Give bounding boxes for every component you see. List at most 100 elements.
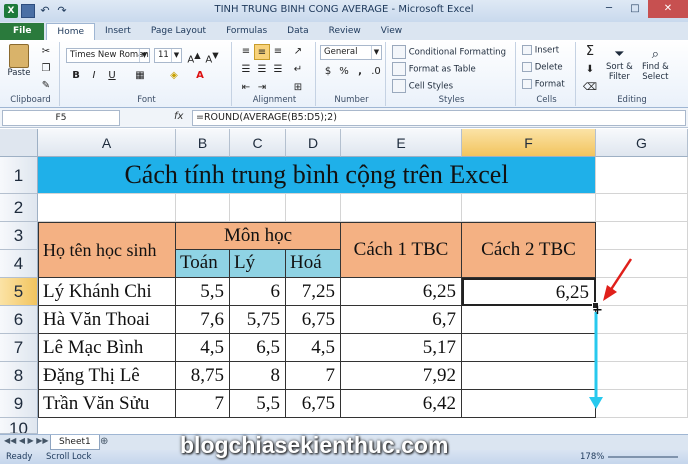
cell-toan[interactable]: 5,5 [176, 278, 230, 306]
cell-toan[interactable]: 7 [176, 390, 230, 418]
sheet-tab-sheet1[interactable]: Sheet1 [50, 435, 100, 450]
zoom-slider[interactable] [608, 456, 678, 458]
underline-button[interactable]: U [104, 68, 120, 84]
cell-cach2[interactable] [462, 306, 596, 334]
currency-button[interactable]: $ [320, 64, 336, 80]
cell-g7[interactable] [596, 334, 688, 362]
title-cell[interactable]: Cách tính trung bình cộng trên Excel [38, 157, 596, 194]
comma-button[interactable]: , [352, 64, 368, 80]
cell-g6[interactable] [596, 306, 688, 334]
row-header-1[interactable]: 1 [0, 157, 38, 194]
delete-cells-button[interactable]: Delete [522, 62, 563, 73]
cell-hoa[interactable]: 4,5 [286, 334, 341, 362]
clear-icon[interactable]: ⌫ [582, 80, 598, 96]
row-header-2[interactable]: 2 [0, 194, 38, 222]
column-header-e[interactable]: E [341, 129, 462, 157]
row-header-4[interactable]: 4 [0, 250, 38, 278]
wrap-text-icon[interactable]: ↵ [290, 62, 306, 78]
align-bottom-icon[interactable]: ≡ [270, 44, 286, 60]
cell-toan[interactable]: 7,6 [176, 306, 230, 334]
tab-file[interactable]: File [0, 23, 45, 40]
cell-c2[interactable] [230, 194, 286, 222]
cell-b2[interactable] [176, 194, 230, 222]
select-all-button[interactable] [0, 129, 38, 157]
cell-cach2[interactable] [462, 362, 596, 390]
cell-g2[interactable] [596, 194, 688, 222]
column-header-g[interactable]: G [596, 129, 688, 157]
column-header-a[interactable]: A [38, 129, 176, 157]
increase-decimal-icon[interactable]: .0 [368, 64, 384, 80]
fill-handle[interactable] [592, 302, 599, 309]
header-cach1[interactable]: Cách 1 TBC [341, 222, 462, 278]
tab-view[interactable]: View [371, 23, 412, 40]
header-cach2[interactable]: Cách 2 TBC [462, 222, 596, 278]
cell-g9[interactable] [596, 390, 688, 418]
align-top-icon[interactable]: ≡ [238, 44, 254, 60]
merge-center-icon[interactable]: ⊞ [290, 80, 306, 96]
cell-hoa[interactable]: 6,75 [286, 390, 341, 418]
cell-g5[interactable] [596, 278, 688, 306]
cell-g1[interactable] [596, 157, 688, 194]
header-name[interactable]: Họ tên học sinh [38, 222, 176, 278]
row-header-8[interactable]: 8 [0, 362, 38, 390]
cell-name[interactable]: Trần Văn Sửu [38, 390, 176, 418]
grow-font-icon[interactable]: A▲ [186, 47, 202, 65]
autosum-icon[interactable]: Σ [582, 44, 598, 60]
cell-cach2[interactable] [462, 390, 596, 418]
header-subjects[interactable]: Môn học [176, 222, 341, 250]
cell-cach1[interactable]: 6,25 [341, 278, 462, 306]
cell-d2[interactable] [286, 194, 341, 222]
header-toan[interactable]: Toán [176, 250, 230, 278]
borders-icon[interactable]: ▦ [132, 68, 148, 84]
row-header-5[interactable]: 5 [0, 278, 38, 306]
font-size-combo[interactable]: 11 ▼ [154, 48, 182, 63]
header-hoa[interactable]: Hoá [286, 250, 341, 278]
cell-styles-button[interactable]: Cell Styles [392, 79, 453, 93]
close-icon[interactable]: ✕ [648, 0, 688, 18]
tab-review[interactable]: Review [319, 23, 371, 40]
cell-ly[interactable]: 5,5 [230, 390, 286, 418]
cell-cach1[interactable]: 6,7 [341, 306, 462, 334]
row-header-7[interactable]: 7 [0, 334, 38, 362]
insert-function-icon[interactable]: fx [174, 111, 183, 122]
column-header-c[interactable]: C [230, 129, 286, 157]
cell-a2[interactable] [38, 194, 176, 222]
new-sheet-icon[interactable]: ⊕ [100, 436, 108, 447]
cell-e2[interactable] [341, 194, 462, 222]
bold-button[interactable]: B [68, 68, 84, 84]
conditional-formatting-button[interactable]: Conditional Formatting [392, 45, 506, 59]
cell-cach2[interactable] [462, 334, 596, 362]
paste-button[interactable]: Paste [6, 44, 32, 78]
cell-ly[interactable]: 5,75 [230, 306, 286, 334]
tab-page-layout[interactable]: Page Layout [141, 23, 216, 40]
row-header-3[interactable]: 3 [0, 222, 38, 250]
shrink-font-icon[interactable]: A▼ [204, 47, 220, 65]
sort-filter-button[interactable]: ⏷ Sort & Filter [606, 48, 633, 83]
format-painter-icon[interactable]: ✎ [38, 78, 54, 94]
decrease-indent-icon[interactable]: ⇤ [238, 80, 254, 96]
row-header-10[interactable]: 10 [0, 418, 38, 434]
cell-name[interactable]: Đặng Thị Lê [38, 362, 176, 390]
cell-name[interactable]: Lý Khánh Chi [38, 278, 176, 306]
tab-data[interactable]: Data [277, 23, 319, 40]
column-header-b[interactable]: B [176, 129, 230, 157]
cell-name[interactable]: Hà Văn Thoai [38, 306, 176, 334]
column-header-f[interactable]: F [462, 129, 596, 157]
cut-icon[interactable]: ✂ [38, 44, 54, 60]
insert-cells-button[interactable]: Insert [522, 45, 559, 56]
cell-ly[interactable]: 6,5 [230, 334, 286, 362]
cell-g3[interactable] [596, 222, 688, 250]
cell-g4[interactable] [596, 250, 688, 278]
align-middle-icon[interactable]: ≡ [254, 44, 270, 60]
row-header-6[interactable]: 6 [0, 306, 38, 334]
tab-insert[interactable]: Insert [95, 23, 141, 40]
cell-name[interactable]: Lê Mạc Bình [38, 334, 176, 362]
increase-indent-icon[interactable]: ⇥ [254, 80, 270, 96]
cell-toan[interactable]: 8,75 [176, 362, 230, 390]
cell-g8[interactable] [596, 362, 688, 390]
format-cells-button[interactable]: Format [522, 79, 565, 90]
cell-toan[interactable]: 4,5 [176, 334, 230, 362]
zoom-level[interactable]: 178% [580, 450, 604, 464]
align-center-icon[interactable]: ☰ [254, 62, 270, 78]
font-color-icon[interactable]: A [192, 68, 208, 84]
